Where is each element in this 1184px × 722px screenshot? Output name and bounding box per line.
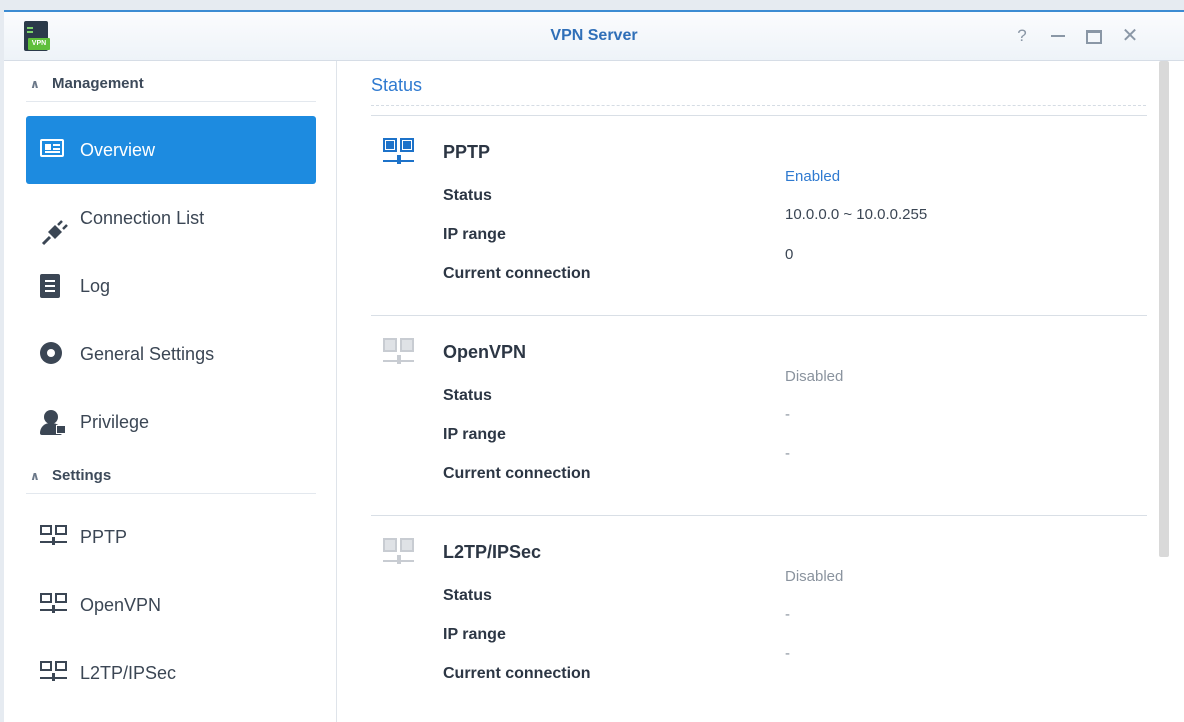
status-value: Disabled <box>785 368 844 385</box>
close-icon: ✕ <box>1121 25 1139 47</box>
ip-range-value: 10.0.0.0 ~ 10.0.0.255 <box>785 206 928 223</box>
sidebar-item-log[interactable]: Log <box>26 252 316 320</box>
window-title: VPN Server <box>550 27 638 44</box>
chevron-up-icon: ∧ <box>30 469 40 483</box>
current-connection-label: Current connection <box>443 465 591 482</box>
sidebar-item-openvpn[interactable]: OpenVPN <box>26 571 316 639</box>
current-connection-value: - <box>785 445 790 462</box>
user-lock-icon <box>40 410 68 435</box>
ip-range-value: - <box>785 406 790 423</box>
sidebar-item-privilege[interactable]: Privilege <box>26 388 316 456</box>
maximize-button[interactable] <box>1082 24 1106 48</box>
log-icon <box>40 274 68 298</box>
sidebar: ∧ Management Overview Connection List Log… <box>4 61 337 722</box>
status-label: Status <box>443 187 492 204</box>
protocol-panel-pptp: PPTP Status IP range Current connection … <box>371 115 1147 316</box>
network-icon <box>40 593 68 617</box>
sidebar-item-connection-list[interactable]: Connection List <box>26 184 316 252</box>
current-connection-value: - <box>785 645 790 662</box>
sidebar-item-label: OpenVPN <box>80 595 162 615</box>
network-icon <box>40 661 68 685</box>
ip-range-label: IP range <box>443 226 506 243</box>
overview-icon <box>40 138 68 162</box>
protocol-panel-openvpn: OpenVPN Status IP range Current connecti… <box>371 315 1147 516</box>
vertical-scrollbar[interactable] <box>1159 61 1169 557</box>
sidebar-item-label: Privilege <box>80 412 150 432</box>
ip-range-label: IP range <box>443 626 506 643</box>
sidebar-item-l2tp-ipsec[interactable]: L2TP/IPSec <box>26 639 316 707</box>
sidebar-item-label: Log <box>80 276 111 296</box>
protocol-name: L2TP/IPSec <box>443 542 542 562</box>
sidebar-item-overview[interactable]: Overview <box>26 116 316 184</box>
title-divider <box>371 105 1146 106</box>
minimize-icon <box>1051 35 1065 37</box>
sidebar-item-label: Overview <box>80 140 156 160</box>
protocol-name: OpenVPN <box>443 342 527 362</box>
page-title: Status <box>371 75 423 95</box>
title-bar[interactable]: VPN VPN Server ? ✕ <box>4 12 1184 61</box>
vpn-server-window: VPN VPN Server ? ✕ ∧Management Overview <box>4 10 1184 722</box>
sidebar-item-label: PPTP <box>80 527 128 547</box>
sidebar-item-label: Connection List <box>80 208 205 228</box>
section-header-management[interactable]: ∧ Management <box>26 67 316 102</box>
network-disabled-icon <box>383 338 415 368</box>
status-value: Disabled <box>785 568 844 585</box>
sidebar-item-label: General Settings <box>80 344 215 364</box>
close-button[interactable]: ✕ <box>1118 24 1142 48</box>
status-label: Status <box>443 587 492 604</box>
gear-icon <box>40 342 68 366</box>
main-content: Status PPTP Status IP range Current conn… <box>337 61 1184 722</box>
network-icon <box>40 525 68 549</box>
sidebar-item-general-settings[interactable]: General Settings <box>26 320 316 388</box>
ip-range-label: IP range <box>443 426 506 443</box>
protocol-name: PPTP <box>443 142 491 162</box>
help-button[interactable]: ? <box>1010 24 1034 48</box>
ip-range-value: - <box>785 606 790 623</box>
plug-icon <box>40 206 68 246</box>
section-header-settings[interactable]: ∧ Settings <box>26 459 316 494</box>
network-enabled-icon <box>383 138 415 168</box>
network-disabled-icon <box>383 538 415 568</box>
help-icon: ? <box>1017 26 1027 45</box>
chevron-up-icon: ∧ <box>30 77 40 91</box>
current-connection-label: Current connection <box>443 665 591 682</box>
maximize-icon <box>1086 30 1102 44</box>
minimize-button[interactable] <box>1046 24 1070 48</box>
protocol-panel-l2tp-ipsec: L2TP/IPSec Status IP range Current conne… <box>371 515 1147 716</box>
sidebar-item-label: L2TP/IPSec <box>80 663 177 683</box>
current-connection-label: Current connection <box>443 265 591 282</box>
sidebar-item-pptp[interactable]: PPTP <box>26 503 316 571</box>
status-value: Enabled <box>785 168 841 185</box>
status-label: Status <box>443 387 492 404</box>
current-connection-value: 0 <box>785 246 794 263</box>
